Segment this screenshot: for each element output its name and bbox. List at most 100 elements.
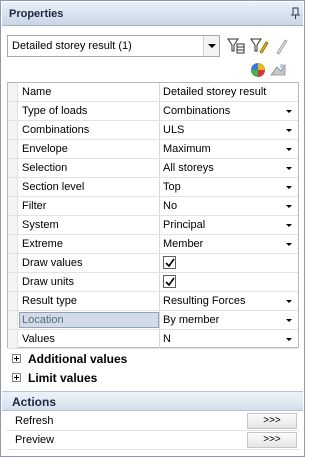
property-row-type-of-loads[interactable]: Type of loads Combinations — [8, 102, 298, 121]
action-row-preview: Preview >>> — [7, 431, 299, 450]
action-label: Preview — [15, 434, 55, 446]
property-row-combinations[interactable]: Combinations ULS — [8, 121, 298, 140]
title-bar: Properties — [2, 2, 303, 26]
property-label: Location — [22, 314, 64, 326]
property-label: System — [22, 219, 59, 231]
property-row-section-level[interactable]: Section level Top — [8, 178, 298, 197]
column-divider — [159, 273, 160, 291]
property-label: Combinations — [22, 124, 90, 136]
draw-units-checkbox[interactable] — [163, 275, 176, 288]
draw-values-checkbox[interactable] — [163, 256, 176, 269]
preview-button[interactable]: >>> — [247, 432, 297, 448]
column-divider — [159, 178, 160, 196]
property-row-draw-values[interactable]: Draw values — [8, 254, 298, 273]
row-gutter — [8, 83, 18, 101]
properties-panel: Properties Detailed storey result (1) Na… — [0, 0, 305, 457]
property-value[interactable]: N — [163, 333, 171, 345]
column-divider — [159, 102, 160, 120]
property-row-result-type[interactable]: Result type Resulting Forces — [8, 292, 298, 311]
property-value[interactable]: Maximum — [163, 143, 211, 155]
chevron-down-icon[interactable] — [283, 218, 296, 232]
checkmark-icon — [165, 258, 175, 268]
property-value[interactable]: ULS — [163, 124, 184, 136]
property-row-selection[interactable]: Selection All storeys — [8, 159, 298, 178]
chevron-down-icon[interactable] — [283, 237, 296, 251]
property-label: Name — [22, 86, 52, 98]
property-label: Values — [22, 333, 55, 345]
column-divider — [159, 235, 160, 253]
property-row-envelope[interactable]: Envelope Maximum — [8, 140, 298, 159]
color-palette-icon[interactable] — [249, 61, 267, 79]
row-gutter — [8, 330, 18, 348]
actions-title: Actions — [12, 395, 57, 409]
property-label: Type of loads — [22, 105, 88, 117]
chevron-down-icon[interactable] — [283, 161, 296, 175]
chevron-down-icon[interactable] — [283, 313, 296, 327]
property-label: Draw values — [22, 257, 83, 269]
result-selector-combo[interactable]: Detailed storey result (1) — [7, 35, 220, 57]
expand-icon[interactable] — [12, 354, 21, 363]
property-row-draw-units[interactable]: Draw units — [8, 273, 298, 292]
property-row-name[interactable]: Name Detailed storey result — [8, 83, 298, 102]
column-divider — [159, 311, 160, 329]
row-gutter — [8, 102, 18, 120]
property-label: Result type — [22, 295, 78, 307]
property-label: Extreme — [22, 238, 63, 250]
row-gutter — [8, 178, 18, 196]
chevron-down-icon[interactable] — [203, 36, 219, 56]
column-divider — [159, 121, 160, 139]
chevron-down-icon[interactable] — [283, 199, 296, 213]
row-gutter — [8, 121, 18, 139]
panel-title: Properties — [9, 8, 64, 20]
section-limit-values[interactable]: Limit values — [7, 368, 299, 388]
action-row-refresh: Refresh >>> — [7, 412, 299, 431]
property-row-system[interactable]: System Principal — [8, 216, 298, 235]
column-divider — [159, 83, 160, 101]
edit-pencil-icon[interactable] — [271, 36, 291, 56]
property-value[interactable]: Detailed storey result — [163, 86, 266, 98]
row-gutter — [8, 159, 18, 177]
secondary-toolbar — [1, 61, 304, 79]
chevron-down-icon[interactable] — [283, 332, 296, 346]
property-value[interactable]: Combinations — [163, 105, 230, 117]
column-divider — [159, 159, 160, 177]
property-label: Draw units — [22, 276, 74, 288]
row-gutter — [8, 197, 18, 215]
pin-icon[interactable] — [289, 7, 302, 20]
chevron-down-icon[interactable] — [283, 123, 296, 137]
column-divider — [159, 292, 160, 310]
chevron-down-icon[interactable] — [283, 180, 296, 194]
property-label: Filter — [22, 200, 47, 212]
section-additional-values[interactable]: Additional values — [7, 349, 299, 369]
property-value[interactable]: Top — [163, 181, 181, 193]
property-row-location[interactable]: Location By member — [8, 311, 298, 330]
render-icon[interactable] — [269, 61, 287, 79]
column-divider — [159, 254, 160, 272]
property-value[interactable]: Resulting Forces — [163, 295, 246, 307]
property-grid: Name Detailed storey result Type of load… — [7, 82, 299, 349]
column-divider — [159, 140, 160, 158]
row-gutter — [8, 254, 18, 272]
chevron-down-icon[interactable] — [283, 104, 296, 118]
column-divider — [159, 330, 160, 348]
section-label: Additional values — [28, 352, 128, 366]
property-value[interactable]: Principal — [163, 219, 205, 231]
chevron-down-icon[interactable] — [283, 142, 296, 156]
row-gutter — [8, 235, 18, 253]
checkmark-icon — [165, 277, 175, 287]
property-value[interactable]: By member — [163, 314, 219, 326]
property-label: Selection — [22, 162, 68, 174]
property-row-extreme[interactable]: Extreme Member — [8, 235, 298, 254]
property-value[interactable]: No — [163, 200, 177, 212]
section-label: Limit values — [28, 371, 98, 385]
property-row-filter[interactable]: Filter No — [8, 197, 298, 216]
row-gutter — [8, 216, 18, 234]
filter-edit-icon[interactable] — [249, 36, 269, 56]
chevron-down-icon[interactable] — [283, 294, 296, 308]
filter-table-icon[interactable] — [226, 36, 246, 56]
expand-icon[interactable] — [12, 373, 21, 382]
property-value[interactable]: All storeys — [163, 162, 214, 174]
property-row-values[interactable]: Values N — [8, 330, 298, 349]
refresh-button[interactable]: >>> — [247, 413, 297, 429]
property-value[interactable]: Member — [163, 238, 203, 250]
